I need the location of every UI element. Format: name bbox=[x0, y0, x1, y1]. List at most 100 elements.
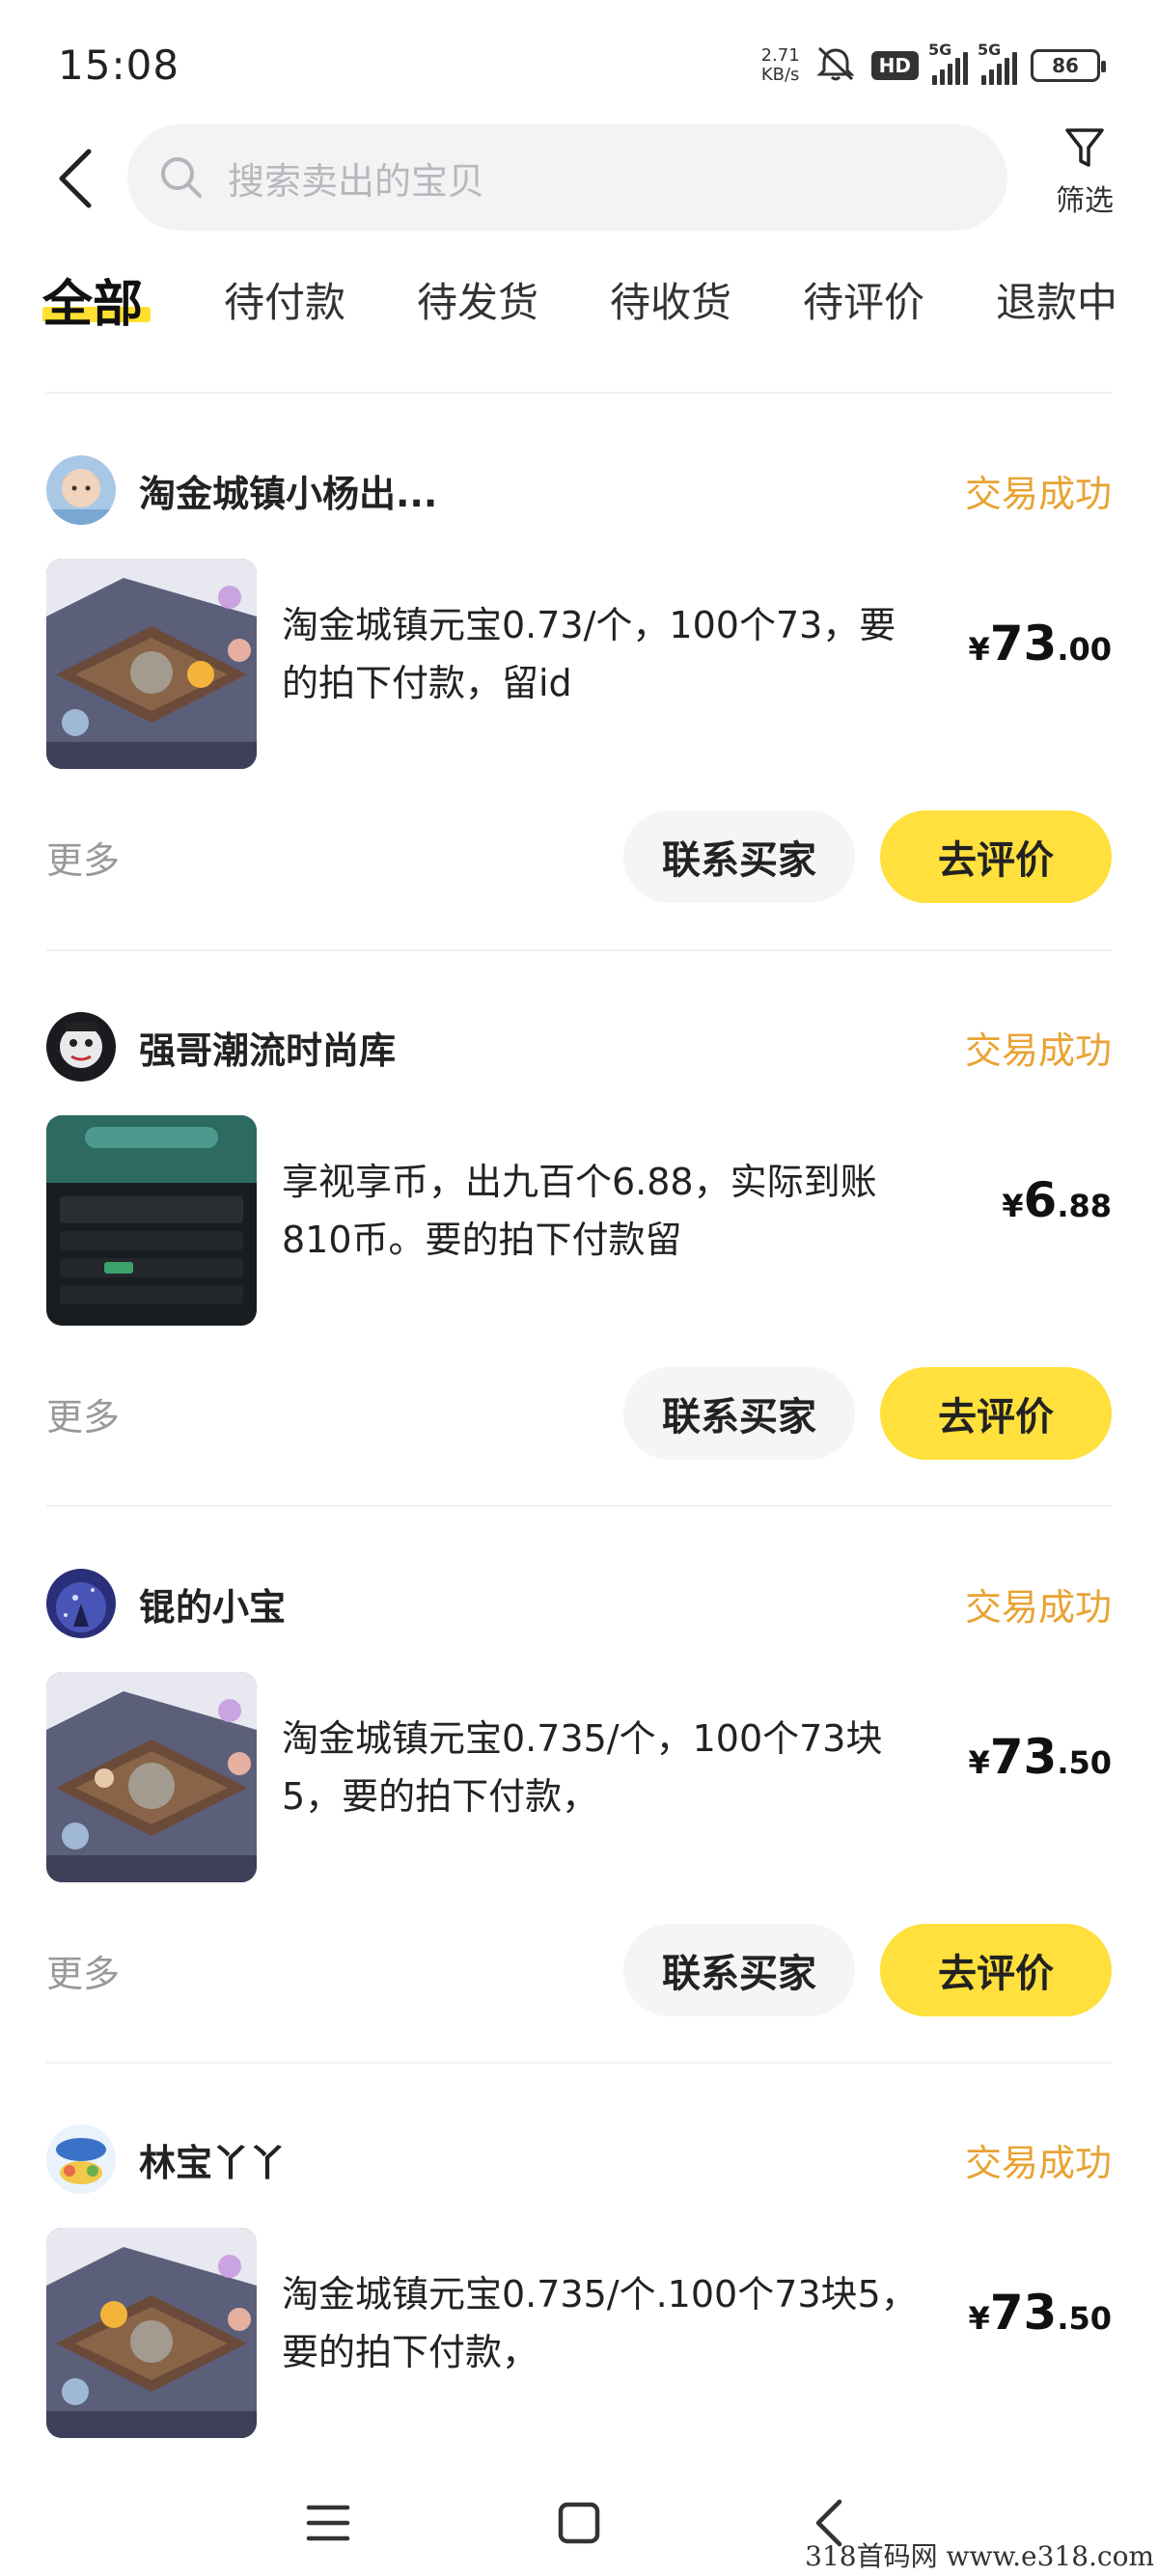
menu-button[interactable] bbox=[290, 2484, 367, 2562]
tab-refunding[interactable]: 退款中 bbox=[996, 260, 1117, 338]
tab-label: 待评价 bbox=[803, 278, 925, 326]
more-link[interactable]: 更多 bbox=[46, 1944, 623, 1997]
net-speed-unit: KB/s bbox=[760, 64, 800, 85]
seller-name: 强哥潮流时尚库 bbox=[139, 1028, 397, 1072]
tab-label: 退款中 bbox=[996, 278, 1118, 326]
battery-icon: 86 bbox=[1031, 48, 1106, 82]
hd-badge: HD bbox=[870, 50, 919, 80]
avatar bbox=[46, 1012, 116, 1082]
price-decimal: .50 bbox=[1057, 2300, 1112, 2337]
seller-name: 锟的小宝 bbox=[139, 1585, 287, 1629]
product-title: 淘金城镇元宝0.735/个.100个73块5，要的拍下付款， bbox=[282, 2273, 918, 2373]
tab-pending-payment[interactable]: 待付款 bbox=[224, 260, 345, 338]
home-icon bbox=[558, 2502, 600, 2544]
tab-label: 待发货 bbox=[417, 278, 539, 326]
tab-label: 待付款 bbox=[224, 278, 346, 326]
home-button[interactable] bbox=[540, 2484, 618, 2562]
price: ¥6.88 bbox=[919, 1172, 1112, 1228]
filter-icon bbox=[1065, 128, 1104, 167]
product-title: 淘金城镇元宝0.735/个，100个73块5，要的拍下付款， bbox=[282, 1717, 883, 1818]
tab-pending-shipment[interactable]: 待发货 bbox=[417, 260, 538, 338]
avatar bbox=[46, 1569, 116, 1638]
price-integer: 73 bbox=[989, 616, 1058, 671]
avatar bbox=[46, 455, 116, 525]
price-symbol: ¥ bbox=[1002, 1188, 1024, 1224]
product-thumbnail bbox=[46, 1672, 257, 1882]
contact-buyer-button[interactable]: 联系买家 bbox=[623, 1367, 855, 1460]
price-integer: 73 bbox=[989, 2285, 1058, 2341]
filter-label: 筛选 bbox=[1056, 184, 1114, 218]
tab-pending-review[interactable]: 待评价 bbox=[803, 260, 924, 338]
seller-row[interactable]: 林宝丫丫 交易成功 bbox=[46, 2121, 1112, 2198]
review-button[interactable]: 去评价 bbox=[880, 1367, 1112, 1460]
chevron-left-icon bbox=[59, 149, 92, 208]
header: 搜索卖出的宝贝 筛选 bbox=[0, 121, 1158, 236]
product-thumbnail bbox=[46, 2228, 257, 2438]
order-tabs: 全部 待付款 待发货 待收货 待评价 退款中 bbox=[0, 260, 1158, 338]
search-icon bbox=[158, 153, 207, 202]
product-title: 享视享币，出九百个6.88，实际到账810币。要的拍下付款留 bbox=[282, 1161, 877, 1261]
status-icons: 2.71 KB/s HD 5G 5G 86 bbox=[760, 41, 1106, 87]
tab-label: 全部 bbox=[42, 275, 144, 334]
tab-label: 待收货 bbox=[610, 278, 732, 326]
product-row[interactable]: 淘金城镇元宝0.735/个，100个73块5，要的拍下付款， ¥73.50 bbox=[46, 1671, 1112, 1883]
status-time: 15:08 bbox=[58, 41, 180, 89]
price-symbol: ¥ bbox=[968, 2300, 990, 2337]
price: ¥73.50 bbox=[919, 1729, 1112, 1785]
battery-level: 86 bbox=[1052, 53, 1079, 77]
action-row: 更多 联系买家 去评价 bbox=[46, 1922, 1112, 2018]
avatar bbox=[46, 2124, 116, 2194]
product-row[interactable]: 淘金城镇元宝0.73/个，100个73，要的拍下付款，留id ¥73.00 bbox=[46, 558, 1112, 770]
order-card: 淘金城镇小杨出... 交易成功 淘金城镇元宝0.73/个，100个73，要的拍下… bbox=[0, 452, 1158, 1006]
order-status: 交易成功 bbox=[964, 1585, 1112, 1629]
price: ¥73.50 bbox=[919, 2285, 1112, 2341]
back-button[interactable] bbox=[46, 142, 104, 215]
more-link[interactable]: 更多 bbox=[46, 831, 623, 884]
product-thumbnail bbox=[46, 1115, 257, 1326]
divider bbox=[46, 2062, 1112, 2064]
tab-all[interactable]: 全部 bbox=[42, 260, 143, 338]
signal-label: 5G bbox=[928, 40, 952, 59]
tab-pending-receipt[interactable]: 待收货 bbox=[610, 260, 731, 338]
price-symbol: ¥ bbox=[968, 631, 990, 668]
product-thumbnail bbox=[46, 559, 257, 769]
search-input[interactable]: 搜索卖出的宝贝 bbox=[127, 124, 1007, 231]
status-bar: 15:08 2.71 KB/s HD 5G 5G 86 bbox=[0, 0, 1158, 130]
order-status: 交易成功 bbox=[964, 1028, 1112, 1072]
seller-row[interactable]: 强哥潮流时尚库 交易成功 bbox=[46, 1008, 1112, 1085]
net-speed: 2.71 KB/s bbox=[760, 44, 800, 85]
order-card: 锟的小宝 交易成功 淘金城镇元宝0.735/个，100个73块5，要的拍下付款，… bbox=[0, 1565, 1158, 2120]
price-integer: 6 bbox=[1023, 1172, 1058, 1228]
search-placeholder: 搜索卖出的宝贝 bbox=[228, 159, 485, 203]
more-link[interactable]: 更多 bbox=[46, 1387, 623, 1440]
net-speed-value: 2.71 bbox=[760, 44, 800, 66]
system-nav-bar: 318首码网 www.e318.com bbox=[0, 2465, 1158, 2576]
page: 15:08 2.71 KB/s HD 5G 5G 86 搜索卖出的宝贝 筛选 全… bbox=[0, 0, 1158, 2576]
order-card: 强哥潮流时尚库 交易成功 享视享币，出九百个6.88，实际到账810币。要的拍下… bbox=[0, 1008, 1158, 1563]
mute-icon bbox=[813, 44, 858, 87]
review-button[interactable]: 去评价 bbox=[880, 1924, 1112, 2016]
order-status: 交易成功 bbox=[964, 472, 1112, 515]
seller-row[interactable]: 锟的小宝 交易成功 bbox=[46, 1565, 1112, 1642]
price-decimal: .88 bbox=[1057, 1188, 1112, 1224]
signal-icon: 5G bbox=[928, 41, 968, 85]
price-decimal: .00 bbox=[1057, 631, 1112, 668]
product-row[interactable]: 淘金城镇元宝0.735/个.100个73块5，要的拍下付款， ¥73.50 bbox=[46, 2227, 1112, 2439]
signal-icon: 5G bbox=[978, 41, 1017, 85]
product-row[interactable]: 享视享币，出九百个6.88，实际到账810币。要的拍下付款留 ¥6.88 bbox=[46, 1114, 1112, 1327]
divider bbox=[46, 392, 1112, 394]
divider bbox=[46, 1505, 1112, 1507]
contact-buyer-button[interactable]: 联系买家 bbox=[623, 1924, 855, 2016]
price: ¥73.00 bbox=[919, 616, 1112, 671]
product-title: 淘金城镇元宝0.73/个，100个73，要的拍下付款，留id bbox=[282, 604, 896, 704]
divider bbox=[46, 949, 1112, 951]
action-row: 更多 联系买家 去评价 bbox=[46, 808, 1112, 905]
seller-name: 林宝丫丫 bbox=[139, 2141, 287, 2184]
price-symbol: ¥ bbox=[968, 1744, 990, 1781]
signal-label: 5G bbox=[978, 40, 1002, 59]
review-button[interactable]: 去评价 bbox=[880, 810, 1112, 903]
seller-row[interactable]: 淘金城镇小杨出... 交易成功 bbox=[46, 452, 1112, 529]
filter-button[interactable]: 筛选 bbox=[1042, 126, 1127, 233]
menu-icon bbox=[306, 2505, 350, 2541]
contact-buyer-button[interactable]: 联系买家 bbox=[623, 810, 855, 903]
